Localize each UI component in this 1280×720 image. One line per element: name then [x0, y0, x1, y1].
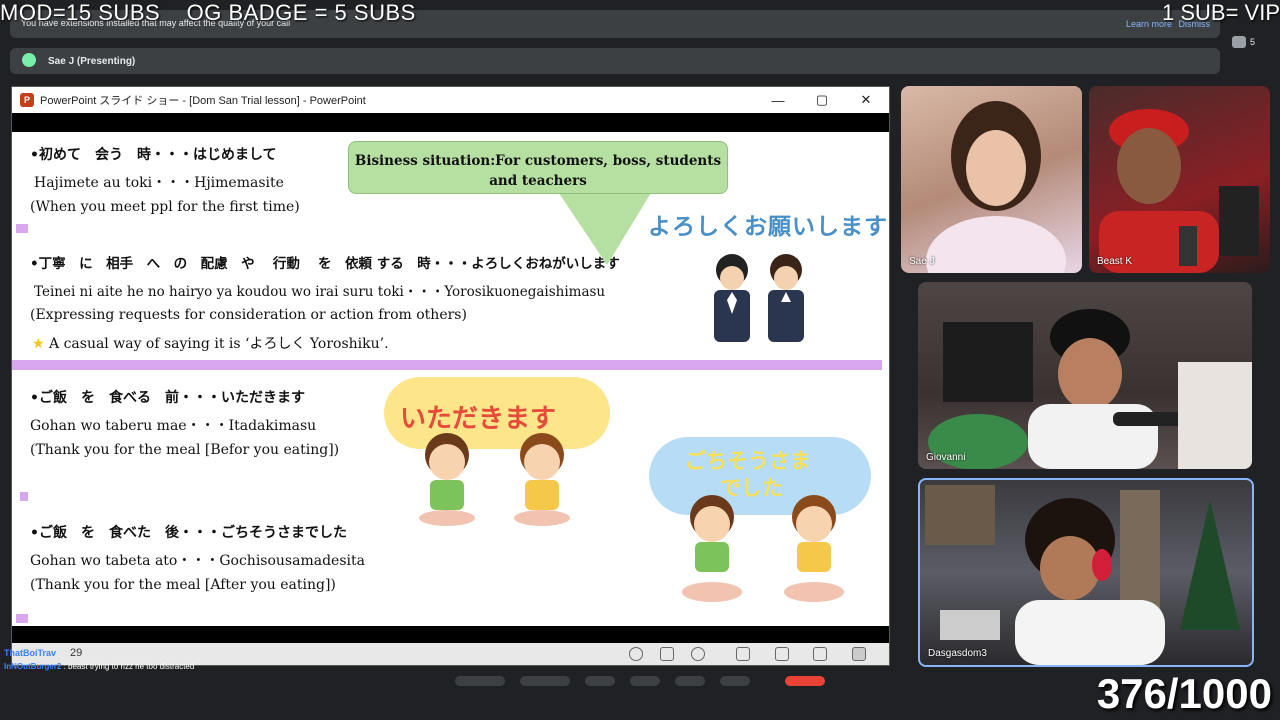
slide-marker: [20, 492, 28, 501]
slide-marker: [16, 224, 28, 233]
sub-goal-counter: 376/1000: [1096, 670, 1272, 717]
next-slide-icon[interactable]: [691, 647, 705, 661]
maximize-button[interactable]: ▢: [800, 87, 844, 113]
close-button[interactable]: ✕: [844, 87, 888, 113]
meet-control[interactable]: [675, 676, 705, 686]
kids-eating-illustration: [419, 433, 570, 526]
slideshow-view-icon[interactable]: [852, 647, 866, 661]
meet-control[interactable]: [585, 676, 615, 686]
slide-divider: [12, 360, 882, 370]
people-icon: [1232, 36, 1246, 48]
yoroshiku-art-text: よろしくお願いします: [648, 214, 888, 240]
stream-overlay-right: 1 SUB= VIP: [1161, 0, 1280, 25]
slide-line1-en: (When you meet ppl for the first time): [30, 199, 300, 215]
participant-name: Giovanni: [926, 452, 966, 463]
participant-video: [928, 309, 1252, 469]
bowing-people-illustration: [714, 254, 804, 342]
chat-text: : beast trying to rizz he too distracted: [63, 662, 195, 671]
powerpoint-window-title: PowerPoint スライド ショー - [Dom San Trial les…: [40, 95, 366, 107]
meet-control[interactable]: [630, 676, 660, 686]
presenting-label: Sae J (Presenting): [48, 56, 136, 67]
meet-window: MOD=15 SUBS OG BADGE = 5 SUBS 1 SUB= VIP…: [0, 0, 1280, 720]
participant-video: [926, 101, 1066, 273]
participants-count: 5: [1250, 37, 1256, 47]
powerpoint-icon: P: [20, 93, 34, 107]
meet-control[interactable]: [455, 676, 505, 686]
chat-username: ThatBoiTrav: [4, 648, 57, 658]
slide-line2-en: (Expressing requests for consideration o…: [30, 307, 467, 323]
slide-sorter-icon[interactable]: [660, 647, 674, 661]
participant-name: Sae J: [909, 256, 935, 267]
speech-bubble: Bisiness situation:For customers, boss, …: [348, 141, 728, 194]
participant-name: Beast K: [1097, 256, 1133, 267]
slide-line4-romaji: Gohan wo tabeta ato・・・Gochisousamadesita: [30, 553, 365, 569]
slide-line4-en: (Thank you for the meal [After you eatin…: [30, 577, 336, 593]
chat-username: InNOutBurger2: [4, 662, 62, 671]
powerpoint-titlebar: P PowerPoint スライド ショー - [Dom San Trial l…: [12, 87, 889, 113]
leave-call-button[interactable]: [785, 676, 825, 686]
slide: •初めて 会う 時・・・はじめまして Hajimete au toki・・・Hj…: [12, 132, 889, 626]
slide-line2-romaji: Teinei ni aite he no hairyo ya koudou wo…: [34, 284, 606, 300]
participant-video: [925, 485, 1240, 665]
slide-line2-jp: •丁寧 に 相手 へ の 配慮 や 行動 を 依頼 する 時・・・よろしくおねが…: [30, 256, 620, 272]
minimize-button[interactable]: —: [756, 87, 800, 113]
slide-line3-en: (Thank you for the meal [Befor you eatin…: [30, 442, 340, 458]
slide-line4-jp: •ご飯 を 食べた 後・・・ごちそうさまでした: [30, 525, 347, 541]
chat-message: InNOutBurger2 : beast trying to rizz he …: [4, 662, 194, 671]
slide-marker: [16, 614, 28, 623]
chat-message: ThatBoiTrav: [4, 648, 56, 658]
kids-finished-illustration: [682, 495, 844, 602]
video-tile-beast-k[interactable]: Beast K: [1089, 86, 1270, 273]
slide-line2-note: A casual way of saying it is ‘よろしく Yoros…: [49, 336, 389, 352]
slide-line3-jp: •ご飯 を 食べる 前・・・いただきます: [30, 390, 305, 406]
slide-line1-romaji: Hajimete au toki・・・Hjimemasite: [34, 175, 284, 191]
video-tile-dasgasdom3[interactable]: Dasgasdom3: [918, 478, 1254, 667]
meet-control[interactable]: [520, 676, 570, 686]
reading-view-icon[interactable]: [813, 647, 827, 661]
slide-line1-jp: •初めて 会う 時・・・はじめまして: [30, 147, 277, 163]
slide-line2-note-row: ★ A casual way of saying it is ‘よろしく Yor…: [32, 333, 389, 353]
grid-view-icon[interactable]: [775, 647, 789, 661]
gochisou-art-text-1: ごちそうさま: [685, 449, 811, 473]
participant-video: [1099, 109, 1259, 273]
video-tile-giovanni[interactable]: Giovanni: [918, 282, 1252, 469]
normal-view-icon[interactable]: [736, 647, 750, 661]
presenting-bar: Sae J (Presenting): [10, 48, 1220, 74]
meet-control[interactable]: [720, 676, 750, 686]
star-icon: ★: [32, 336, 45, 352]
slide-number: 29: [70, 647, 83, 659]
stream-overlay-left: MOD=15 SUBS OG BADGE = 5 SUBS: [0, 0, 416, 25]
slide-line3-romaji: Gohan wo taberu mae・・・Itadakimasu: [30, 418, 317, 434]
participants-button[interactable]: 5: [1232, 32, 1268, 52]
video-tile-sae-j[interactable]: Sae J: [901, 86, 1082, 273]
powerpoint-window: P PowerPoint スライド ショー - [Dom San Trial l…: [11, 86, 890, 666]
participant-name: Dasgasdom3: [928, 648, 987, 659]
previous-slide-icon[interactable]: [629, 647, 643, 661]
presenter-avatar: [22, 53, 36, 67]
